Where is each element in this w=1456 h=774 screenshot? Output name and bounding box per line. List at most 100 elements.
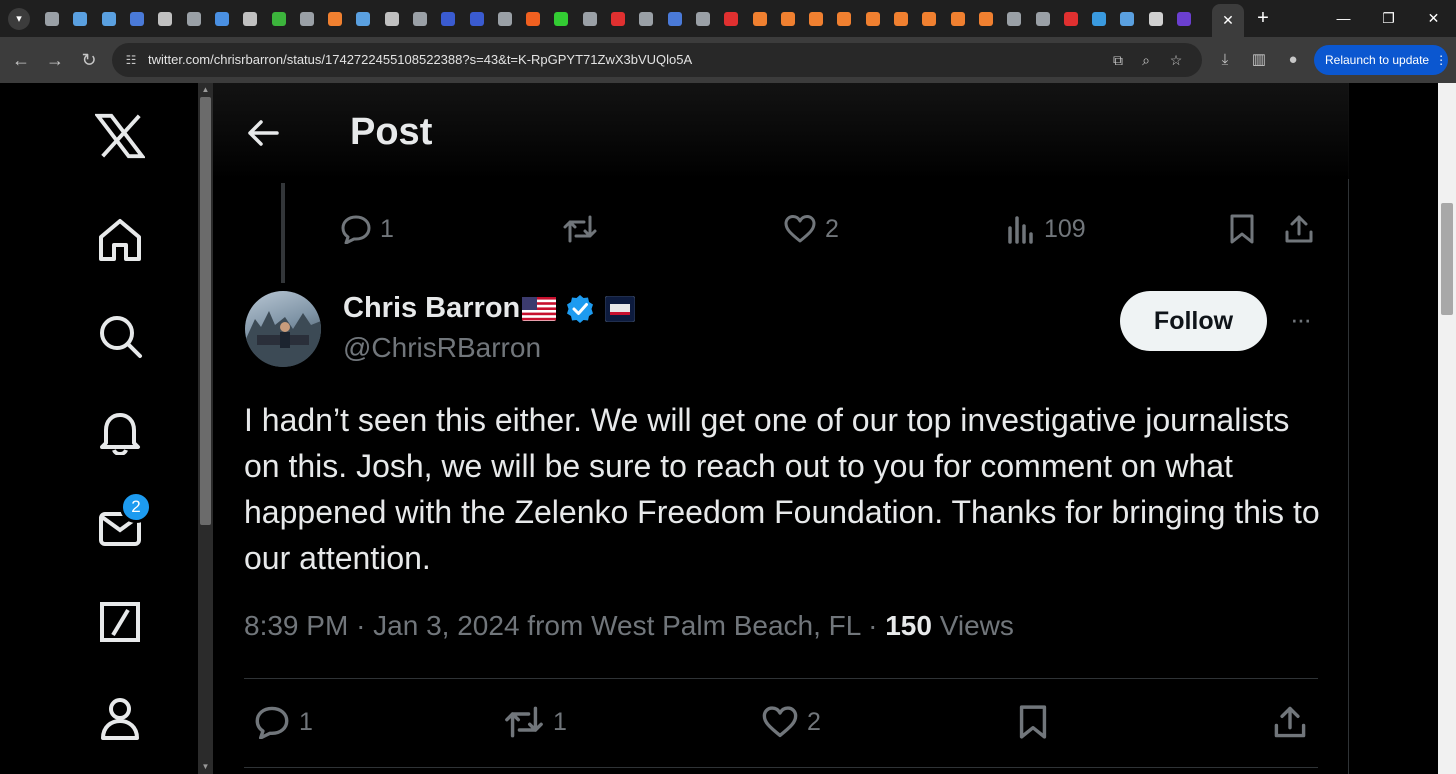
profile-icon[interactable]: ● [1282, 49, 1304, 71]
tab-favicon-icon[interactable] [151, 9, 179, 29]
tab-favicon-icon[interactable] [689, 9, 717, 29]
page-scrollbar[interactable] [1438, 83, 1456, 774]
heart-icon [762, 706, 798, 738]
tab-close-icon[interactable]: ✕ [1222, 12, 1234, 28]
tab-favicon-icon[interactable] [321, 9, 349, 29]
more-options-icon[interactable]: ··· [1283, 305, 1317, 339]
tab-favicon-icon[interactable] [1113, 9, 1141, 29]
tab-favicon-icon[interactable] [661, 9, 689, 29]
tab-favicon-icon[interactable] [406, 9, 434, 29]
install-app-icon[interactable]: ⧉ [1108, 51, 1128, 69]
repost-button[interactable] [562, 209, 606, 249]
relaunch-button[interactable]: Relaunch to update ⋮ [1314, 45, 1448, 75]
tab-favicon-icon[interactable] [774, 9, 802, 29]
tab-favicon-icon[interactable] [462, 9, 490, 29]
tab-favicon-icon[interactable] [1028, 9, 1056, 29]
tab-favicon-icon[interactable] [547, 9, 575, 29]
tab-favicon-icon[interactable] [66, 9, 94, 29]
tab-favicon-icon[interactable] [208, 9, 236, 29]
tab-favicon-icon[interactable] [95, 9, 123, 29]
tab-favicon-icon[interactable] [378, 9, 406, 29]
left-scrollbar-thumb[interactable] [200, 97, 211, 525]
tab-favicon-icon[interactable] [745, 9, 773, 29]
tab-favicon-icon[interactable] [1057, 9, 1085, 29]
url-text[interactable]: twitter.com/chrisrbarron/status/17427224… [148, 52, 692, 67]
tab-favicon-icon[interactable] [1142, 9, 1170, 29]
tab-favicon-list [38, 9, 1198, 29]
tab-favicon-icon[interactable] [915, 9, 943, 29]
scroll-up-arrow-icon[interactable]: ▲ [198, 83, 213, 97]
new-tab-button[interactable]: + [1252, 7, 1274, 29]
messages-badge: 2 [120, 491, 152, 523]
x-logo-icon[interactable] [95, 111, 145, 161]
tab-favicon-icon[interactable] [830, 9, 858, 29]
relaunch-more-icon[interactable]: ⋮ [1435, 53, 1447, 67]
notifications-bell-icon[interactable] [95, 407, 145, 457]
tab-favicon-icon[interactable] [179, 9, 207, 29]
tab-favicon-icon[interactable] [264, 9, 292, 29]
search-icon[interactable] [95, 311, 145, 361]
active-tab[interactable]: ✕ [1212, 4, 1244, 37]
tab-favicon-icon[interactable] [576, 9, 604, 29]
tweet-date[interactable]: Jan 3, 2024 [373, 610, 519, 641]
tab-favicon-icon[interactable] [717, 9, 745, 29]
author-handle[interactable]: @ChrisRBarron [343, 332, 541, 364]
restore-button[interactable]: ❐ [1366, 0, 1411, 37]
tab-favicon-icon[interactable] [604, 9, 632, 29]
tab-favicon-icon[interactable] [972, 9, 1000, 29]
like-button[interactable]: 2 [783, 209, 839, 249]
close-window-button[interactable]: ✕ [1411, 0, 1456, 37]
page-scrollbar-thumb[interactable] [1441, 203, 1453, 315]
repost-button[interactable]: 1 [503, 702, 567, 742]
zoom-icon[interactable]: ⌕ [1136, 51, 1156, 69]
reply-button[interactable]: 1 [340, 209, 394, 249]
tweet-metadata: 8:39 PM · Jan 3, 2024 from West Palm Bea… [244, 610, 1014, 642]
bookmark-star-icon[interactable]: ☆ [1166, 51, 1186, 69]
tab-favicon-icon[interactable] [236, 9, 264, 29]
profile-person-icon[interactable] [95, 693, 145, 743]
reload-icon[interactable]: ↻ [78, 49, 100, 71]
follow-button[interactable]: Follow [1120, 291, 1267, 351]
like-button[interactable]: 2 [761, 702, 821, 742]
tab-favicon-icon[interactable] [491, 9, 519, 29]
back-button[interactable] [243, 113, 283, 153]
downloads-icon[interactable]: ⤓ [1214, 49, 1236, 71]
reply-button[interactable]: 1 [253, 702, 313, 742]
author-avatar[interactable] [245, 291, 321, 367]
forward-arrow-icon[interactable]: → [44, 49, 66, 71]
verified-badge-icon[interactable] [564, 293, 596, 325]
tab-favicon-icon[interactable] [293, 9, 321, 29]
site-info-icon[interactable]: ☷ [122, 51, 140, 69]
scroll-down-arrow-icon[interactable]: ▼ [198, 760, 213, 774]
tab-favicon-icon[interactable] [123, 9, 151, 29]
tweet-time[interactable]: 8:39 PM [244, 610, 348, 641]
share-button[interactable] [1283, 209, 1315, 249]
minimize-button[interactable]: — [1321, 0, 1366, 37]
tab-favicon-icon[interactable] [1000, 9, 1028, 29]
side-panel-icon[interactable]: ▥ [1248, 49, 1270, 71]
share-button[interactable] [1271, 702, 1309, 742]
relaunch-label: Relaunch to update [1325, 53, 1430, 67]
tab-favicon-icon[interactable] [887, 9, 915, 29]
back-arrow-icon[interactable]: ← [10, 49, 32, 71]
tab-favicon-icon[interactable] [632, 9, 660, 29]
home-icon[interactable] [95, 215, 145, 265]
tab-favicon-icon[interactable] [434, 9, 462, 29]
address-bar[interactable]: ☷ twitter.com/chrisrbarron/status/174272… [112, 43, 1202, 77]
tab-favicon-icon[interactable] [349, 9, 377, 29]
tab-favicon-icon[interactable] [519, 9, 547, 29]
tab-favicon-icon[interactable] [859, 9, 887, 29]
views-button[interactable]: 109 [1006, 209, 1086, 249]
tab-favicon-icon[interactable] [1170, 9, 1198, 29]
affiliate-logo-icon[interactable] [605, 296, 635, 322]
tab-search-button[interactable]: ▾ [8, 8, 30, 30]
tab-favicon-icon[interactable] [944, 9, 972, 29]
tab-favicon-icon[interactable] [1085, 9, 1113, 29]
author-name[interactable]: Chris Barron [343, 292, 520, 325]
left-scrollbar[interactable]: ▲ ▼ [198, 83, 213, 774]
bookmark-button[interactable] [1017, 702, 1049, 742]
grok-icon[interactable] [95, 597, 145, 647]
tab-favicon-icon[interactable] [802, 9, 830, 29]
tab-favicon-icon[interactable] [38, 9, 66, 29]
bookmark-button[interactable] [1228, 209, 1256, 249]
